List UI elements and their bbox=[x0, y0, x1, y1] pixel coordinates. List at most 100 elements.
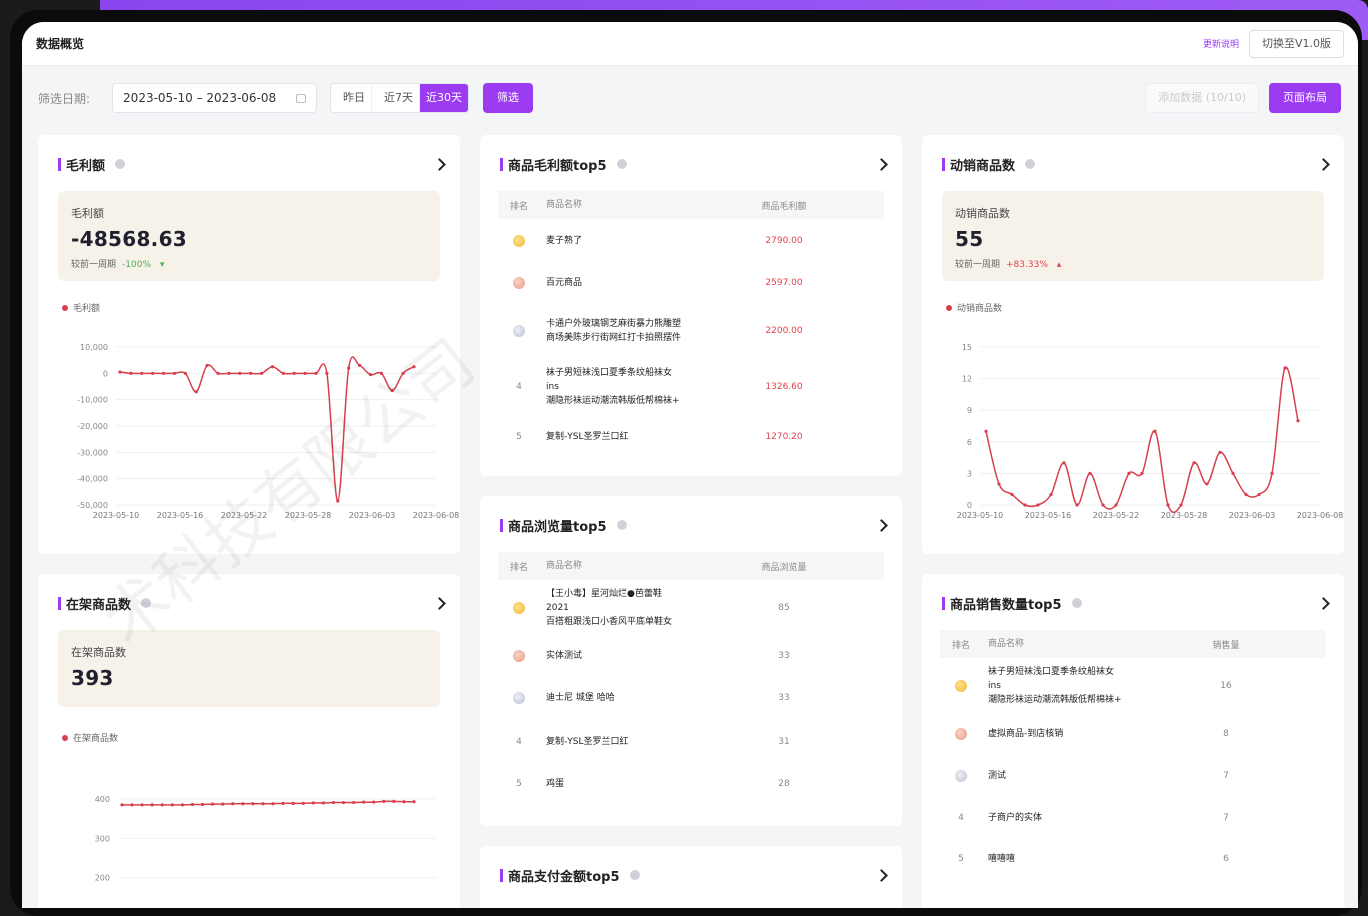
x-tick-label: 2023-06-08 bbox=[413, 511, 460, 520]
title-accent bbox=[500, 157, 503, 171]
update-note-link[interactable]: 更新说明 bbox=[1203, 37, 1239, 50]
column-header: 排名 bbox=[951, 640, 970, 651]
product-name: 虚拟商品-到店核销 bbox=[988, 729, 1064, 739]
data-point bbox=[271, 802, 275, 806]
data-point bbox=[231, 802, 235, 806]
data-point bbox=[1179, 503, 1183, 507]
table-row[interactable]: 卡通户外玻璃钢芝麻街暴力熊雕塑 商场美陈步行街网红打卡拍照摆件 2200.00 bbox=[498, 303, 884, 359]
card-title: 商品支付金额top5 bbox=[508, 869, 620, 885]
rank-cell: 5 bbox=[516, 432, 522, 442]
table-row[interactable]: 袜子男短袜浅口夏季条纹船袜女ins 潮隐形袜运动潮流韩版低帮棉袜+ 16 bbox=[940, 658, 1326, 714]
views-top5-card: 商品浏览量top5 排名 商品名称 商品浏览量 【王小毒】星河灿烂●芭蕾鞋2021 百… bbox=[480, 496, 902, 826]
rank-cell bbox=[940, 727, 982, 741]
page-layout-button[interactable]: 页面布局 bbox=[1269, 83, 1341, 113]
kpi-compare: 较前一周期 -100% ▾ bbox=[71, 257, 427, 270]
chevron-right-icon[interactable] bbox=[433, 157, 446, 171]
product-name: 鸡蛋 bbox=[546, 779, 565, 789]
chevron-right-icon[interactable] bbox=[1317, 157, 1330, 171]
table-row[interactable]: 实体测试 33 bbox=[498, 636, 884, 676]
date-range-picker[interactable]: 2023-05-10 – 2023-06-08 bbox=[112, 83, 318, 113]
table-row[interactable]: 5 鸡蛋 28 bbox=[498, 764, 884, 804]
x-tick-label: 2023-05-28 bbox=[1161, 511, 1208, 520]
title-accent bbox=[500, 518, 503, 532]
quick-range-selector: 昨日 近7天 近30天 bbox=[330, 83, 470, 113]
help-icon[interactable] bbox=[616, 520, 627, 530]
y-tick-label: -50,000 bbox=[77, 501, 108, 510]
table-row[interactable]: 5 复制-YSL圣罗兰口红 1270.20 bbox=[498, 415, 884, 459]
legend-label: 在架商品数 bbox=[73, 734, 119, 744]
x-tick-label: 2023-06-03 bbox=[349, 511, 396, 520]
help-icon[interactable] bbox=[629, 870, 640, 880]
data-point bbox=[412, 800, 416, 804]
quick-range-yesterday[interactable]: 昨日 bbox=[331, 84, 373, 112]
product-name: 嘻嘻嘻 bbox=[988, 854, 1016, 864]
product-name: 测试 bbox=[988, 771, 1007, 781]
data-point bbox=[1153, 429, 1157, 433]
data-point bbox=[392, 799, 396, 803]
rank-cell bbox=[498, 601, 540, 615]
table-row[interactable]: 4 子商户的实体 7 bbox=[940, 798, 1326, 838]
data-point bbox=[292, 371, 296, 375]
column-header: 销售量 bbox=[1212, 640, 1240, 651]
help-icon[interactable] bbox=[141, 598, 152, 608]
table-row[interactable]: 迪士尼 城堡 哈哈 33 bbox=[498, 676, 884, 720]
kpi-label: 在架商品数 bbox=[71, 646, 126, 659]
data-point bbox=[270, 365, 275, 369]
card-title: 动销商品数 bbox=[950, 158, 1016, 174]
help-icon[interactable] bbox=[1071, 598, 1082, 608]
table-row[interactable]: 4 袜子男短袜浅口夏季条纹船袜女ins 潮隐形袜运动潮流韩版低帮棉袜+ 1326.6… bbox=[498, 359, 884, 415]
chevron-right-icon[interactable] bbox=[875, 157, 888, 171]
product-name: 麦子熟了 bbox=[546, 236, 583, 246]
legend-label: 毛利额 bbox=[73, 304, 101, 314]
onshelf-goods-card: 在架商品数 在架商品数 393 在架商品数 400300200100 bbox=[38, 574, 460, 908]
data-point bbox=[368, 373, 373, 377]
help-icon[interactable] bbox=[1025, 159, 1036, 169]
chevron-right-icon[interactable] bbox=[875, 518, 888, 532]
active-goods-chart: 15 12 9 6 3 02023-05-10 2023-05-16 2023-05-22 20… bbox=[957, 343, 1344, 520]
table-row[interactable]: 4 复制-YSL圣罗兰口红 31 bbox=[498, 720, 884, 764]
data-point bbox=[351, 800, 356, 805]
chevron-right-icon[interactable] bbox=[875, 868, 888, 882]
rank-medal-icon bbox=[512, 649, 526, 663]
card-title: 在架商品数 bbox=[66, 597, 132, 613]
onshelf-goods-chart: 400300200100 bbox=[95, 795, 436, 883]
table-row[interactable]: 百元商品 2597.00 bbox=[498, 263, 884, 303]
rank-medal-icon bbox=[954, 727, 968, 741]
metric-value: 28 bbox=[778, 779, 790, 789]
data-point bbox=[1023, 503, 1027, 507]
data-point bbox=[120, 803, 124, 807]
quick-range-30days[interactable]: 近30天 bbox=[420, 84, 469, 112]
chevron-right-icon[interactable] bbox=[1317, 596, 1330, 610]
table-row[interactable]: 麦子熟了 2790.00 bbox=[498, 219, 884, 263]
data-point bbox=[331, 800, 336, 805]
pay-top5-card: 商品支付金额top5 bbox=[480, 846, 902, 908]
kpi-box: 在架商品数 393 bbox=[58, 630, 440, 707]
table-header: 排名 商品名称 商品浏览量 bbox=[498, 552, 884, 580]
down-arrow-icon: ▾ bbox=[157, 260, 165, 270]
rank-medal-icon bbox=[512, 324, 526, 338]
data-point bbox=[216, 371, 220, 375]
sales-top5-table: 排名 商品名称 销售量 袜子男短袜浅口夏季条纹船袜女ins 潮隐形袜运动潮流韩版低帮棉… bbox=[940, 630, 1326, 880]
help-icon[interactable] bbox=[616, 159, 627, 169]
kpi-label: 动销商品数 bbox=[955, 207, 1010, 220]
add-data-button[interactable]: 添加数据 (10/10) bbox=[1145, 83, 1259, 113]
card-title: 商品销售数量top5 bbox=[950, 597, 1062, 613]
switch-version-button[interactable]: 切换至V1.0版 bbox=[1248, 29, 1344, 58]
table-row[interactable]: 虚拟商品-到店核销 8 bbox=[940, 714, 1326, 754]
data-point bbox=[303, 371, 307, 375]
chevron-right-icon[interactable] bbox=[433, 596, 446, 610]
title-accent bbox=[58, 157, 61, 171]
compare-value: -100% bbox=[122, 260, 151, 270]
product-name: 复制-YSL圣罗兰口红 bbox=[546, 737, 629, 747]
data-point bbox=[321, 801, 325, 805]
quick-range-7days[interactable]: 近7天 bbox=[372, 84, 421, 112]
metric-value: 7 bbox=[1223, 771, 1229, 781]
table-row[interactable]: 【王小毒】星河灿烂●芭蕾鞋2021 百搭粗跟浅口小香风平底单鞋女 85 bbox=[498, 580, 884, 636]
compare-value: +83.33% bbox=[1006, 260, 1048, 270]
data-point bbox=[161, 371, 166, 375]
table-row[interactable]: 测试 7 bbox=[940, 754, 1326, 798]
filter-button[interactable]: 筛选 bbox=[483, 83, 534, 113]
kpi-label: 毛利额 bbox=[71, 207, 104, 220]
table-row[interactable]: 5 嘻嘻嘻 6 bbox=[940, 838, 1326, 880]
help-icon[interactable] bbox=[115, 159, 126, 169]
